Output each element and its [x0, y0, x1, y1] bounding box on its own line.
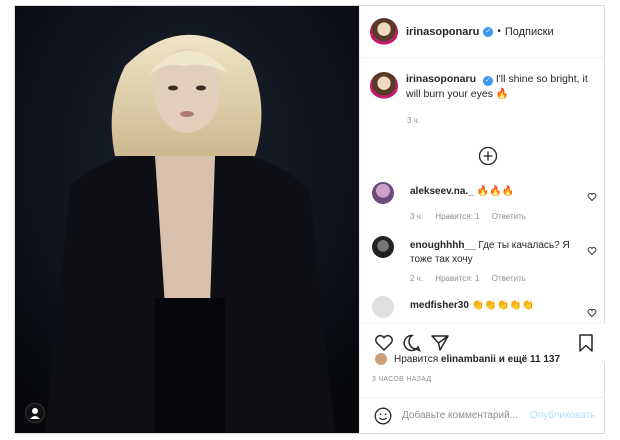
comment-bubble-icon[interactable] — [402, 333, 422, 353]
comment-username[interactable]: enoughhhh__ — [410, 240, 476, 251]
comment-reply-button[interactable]: Ответить — [492, 212, 526, 221]
share-paper-plane-icon[interactable] — [430, 333, 450, 353]
author-username[interactable]: irinasoponaru — [406, 26, 479, 38]
comment-reply-button[interactable]: Ответить — [492, 274, 526, 283]
verified-badge-icon: ✓ — [483, 26, 494, 37]
save-bookmark-icon[interactable] — [576, 333, 596, 353]
comment-likes[interactable]: Нравится: 1 — [435, 212, 479, 221]
comment-meta: 3 ч. Нравится: 1 Ответить — [410, 212, 536, 221]
post-caption: irinasoponaru ✓ I'll shine so bright, it… — [370, 72, 595, 125]
caption-time: 3 ч. — [407, 116, 421, 125]
comment-time: 2 ч. — [410, 274, 424, 283]
commenter-avatar[interactable] — [372, 236, 394, 258]
post-image — [15, 6, 359, 433]
caption-username[interactable]: irinasoponaru — [406, 73, 476, 85]
like-comment-icon[interactable] — [587, 192, 597, 202]
like-heart-icon[interactable] — [374, 333, 394, 353]
post-timestamp[interactable]: 3 ЧАСОВ НАЗАД — [372, 376, 431, 383]
likes-prefix: Нравится — [394, 353, 439, 365]
liker-username[interactable]: elinambanii — [441, 354, 496, 365]
like-comment-icon[interactable] — [587, 246, 597, 256]
load-more-comments-icon[interactable] — [478, 146, 498, 166]
comment-meta: 2 ч. Нравится: 1 Ответить — [410, 274, 536, 283]
likes-count[interactable]: и ещё 11 137 — [499, 354, 560, 365]
tagged-user-icon[interactable] — [25, 403, 45, 423]
comment-body: enoughhhh__ Где ты качалась? Я тоже так … — [410, 239, 575, 267]
author-avatar[interactable] — [370, 17, 398, 46]
post-header: irinasoponaru ✓ • Подписки — [360, 6, 605, 58]
verified-badge-icon: ✓ — [482, 76, 493, 86]
like-comment-icon[interactable] — [587, 308, 597, 318]
comment-text: 🔥🔥🔥 — [476, 186, 514, 197]
post-photo[interactable] — [15, 6, 359, 433]
comment-time: 3 ч. — [410, 212, 424, 221]
comment-username[interactable]: medfisher30 — [410, 300, 469, 311]
comment-text: 👏👏👏👏👏 — [471, 300, 534, 311]
separator-dot: • — [497, 26, 501, 37]
commenter-avatar[interactable] — [372, 296, 394, 318]
publish-button[interactable]: Опубликовать — [530, 410, 595, 421]
post-sidebar: irinasoponaru ✓ • Подписки irinasoponaru… — [359, 6, 605, 433]
post-dialog: irinasoponaru ✓ • Подписки irinasoponaru… — [14, 5, 605, 434]
comment-body: alekseev.na._ 🔥🔥🔥 — [410, 185, 575, 199]
add-comment-bar: Добавьте комментарий... Опубликовать — [360, 397, 605, 433]
comment-body: medfisher30 👏👏👏👏👏 — [410, 299, 575, 313]
comment-input[interactable]: Добавьте комментарий... — [402, 410, 527, 421]
comment-username[interactable]: alekseev.na._ — [410, 186, 474, 197]
liker-avatar[interactable] — [374, 352, 388, 366]
likes-summary: Нравится elinambanii и ещё 11 137 — [374, 352, 560, 366]
emoji-icon[interactable] — [374, 407, 392, 425]
caption-avatar[interactable] — [370, 72, 398, 100]
commenter-avatar[interactable] — [372, 182, 394, 204]
comment-likes[interactable]: Нравится: 1 — [435, 274, 479, 283]
follow-button[interactable]: Подписки — [505, 26, 554, 38]
caption-text: irinasoponaru ✓ I'll shine so bright, it… — [406, 72, 595, 102]
